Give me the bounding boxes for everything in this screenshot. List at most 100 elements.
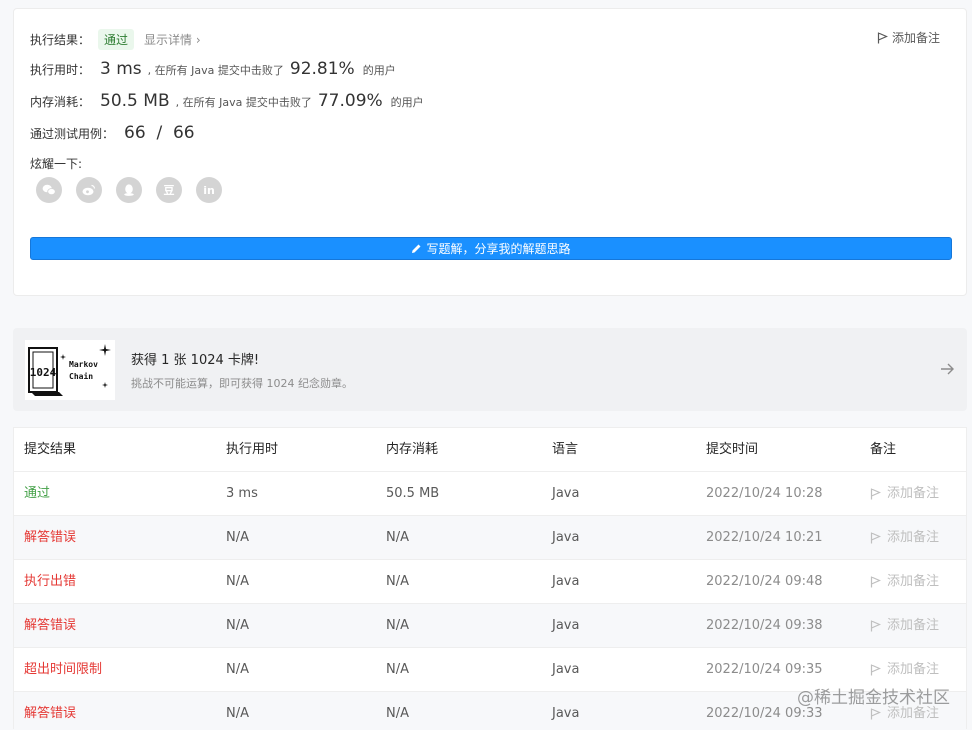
submission-time: 2022/10/24 09:38: [706, 618, 823, 633]
card-text-1: Markov: [69, 360, 98, 369]
tests-value: 66 / 66: [124, 123, 195, 143]
result-card: 执行结果： 通过 显示详情 › 添加备注 执行用时： 3 ms , 在所有 Ja…: [13, 8, 967, 296]
header-result: 提交结果: [24, 442, 77, 457]
flag-icon: [877, 31, 888, 43]
arrow-right-icon[interactable]: [939, 361, 955, 377]
memory-row: 内存消耗： 50.5 MB , 在所有 Java 提交中击败了 77.09% 的…: [30, 91, 424, 111]
submission-language: Java: [552, 530, 580, 545]
runtime-text: , 在所有 Java 提交中击败了: [147, 64, 284, 77]
runtime-value: 3 ms: [100, 59, 142, 79]
row-add-note-label: 添加备注: [887, 530, 940, 545]
share-label: 炫耀一下:: [30, 157, 83, 171]
submission-language: Java: [552, 486, 580, 501]
qq-icon[interactable]: [116, 177, 142, 203]
submission-memory: N/A: [386, 662, 409, 677]
write-solution-button[interactable]: 写题解，分享我的解题思路: [30, 237, 952, 260]
table-header: 提交结果 执行用时 内存消耗 语言 提交时间 备注: [14, 428, 966, 472]
submission-time: 2022/10/24 10:28: [706, 486, 823, 501]
submission-status-link[interactable]: 执行出错: [24, 560, 76, 603]
flag-icon: [870, 619, 881, 631]
submission-runtime: N/A: [226, 618, 249, 633]
weibo-icon[interactable]: [76, 177, 102, 203]
submission-memory: N/A: [386, 706, 409, 721]
submission-status-link[interactable]: 解答错误: [24, 516, 76, 559]
row-add-note-button[interactable]: 添加备注: [870, 472, 939, 515]
submission-runtime: N/A: [226, 706, 249, 721]
submission-memory: N/A: [386, 618, 409, 633]
add-note-label: 添加备注: [891, 31, 940, 45]
runtime-percentile: 92.81%: [289, 59, 355, 79]
row-add-note-label: 添加备注: [887, 618, 940, 633]
row-add-note-button[interactable]: 添加备注: [870, 560, 939, 603]
header-language: 语言: [552, 442, 579, 457]
header-note: 备注: [870, 442, 897, 457]
memory-text: , 在所有 Java 提交中击败了: [175, 96, 312, 109]
table-row: 执行出错 N/A N/A Java 2022/10/24 09:48 添加备注: [14, 560, 966, 604]
card-thumbnail: 1024 Markov Chain: [25, 340, 115, 400]
share-icons: 豆 in: [36, 177, 222, 203]
memory-suffix: 的用户: [390, 96, 424, 109]
header-submit-time: 提交时间: [706, 442, 759, 457]
submission-time: 2022/10/24 09:48: [706, 574, 823, 589]
submission-memory: N/A: [386, 530, 409, 545]
memory-value: 50.5 MB: [100, 91, 170, 111]
submission-language: Java: [552, 618, 580, 633]
submission-memory: 50.5 MB: [386, 486, 440, 501]
memory-percentile: 77.09%: [317, 91, 383, 111]
submission-memory: N/A: [386, 574, 409, 589]
tests-label: 通过测试用例：: [30, 127, 115, 141]
submission-language: Java: [552, 662, 580, 677]
linkedin-icon[interactable]: in: [196, 177, 222, 203]
flag-icon: [870, 531, 881, 543]
wechat-icon[interactable]: [36, 177, 62, 203]
submission-status-link[interactable]: 解答错误: [24, 692, 76, 730]
table-row: 解答错误 N/A N/A Java 2022/10/24 10:21 添加备注: [14, 516, 966, 560]
add-note-button[interactable]: 添加备注: [877, 29, 940, 46]
row-add-note-button[interactable]: 添加备注: [870, 516, 939, 559]
submission-time: 2022/10/24 10:21: [706, 530, 823, 545]
card-reward-banner[interactable]: 1024 Markov Chain 获得 1 张 1024 卡牌! 挑战不可能运…: [13, 328, 967, 411]
row-add-note-button[interactable]: 添加备注: [870, 604, 939, 647]
runtime-suffix: 的用户: [362, 64, 396, 77]
banner-subtitle: 挑战不可能运算，即可获得 1024 纪念勋章。: [131, 377, 353, 390]
submission-runtime: N/A: [226, 662, 249, 677]
submission-runtime: 3 ms: [226, 486, 258, 501]
card-mark: 1024: [30, 366, 57, 379]
status-badge: 通过: [98, 29, 135, 50]
header-memory: 内存消耗: [386, 442, 439, 457]
submission-status-link[interactable]: 通过: [24, 472, 50, 515]
runtime-label: 执行用时：: [30, 63, 91, 77]
submission-status-link[interactable]: 超出时间限制: [24, 648, 102, 691]
submission-language: Java: [552, 574, 580, 589]
markov-card-image: 1024 Markov Chain: [28, 344, 111, 396]
banner-title: 获得 1 张 1024 卡牌!: [131, 353, 260, 368]
submission-runtime: N/A: [226, 574, 249, 589]
memory-label: 内存消耗：: [30, 95, 91, 109]
flag-icon: [870, 575, 881, 587]
card-text-2: Chain: [69, 371, 93, 381]
row-add-note-label: 添加备注: [887, 574, 940, 589]
flag-icon: [870, 707, 881, 719]
flag-icon: [870, 663, 881, 675]
submission-language: Java: [552, 706, 580, 721]
table-row: 通过 3 ms 50.5 MB Java 2022/10/24 10:28 添加备注: [14, 472, 966, 516]
show-details-link[interactable]: 显示详情 ›: [144, 31, 201, 48]
douban-icon[interactable]: 豆: [156, 177, 182, 203]
watermark: @稀土掘金技术社区: [797, 688, 950, 708]
status-row: 执行结果： 通过 显示详情 ›: [30, 29, 201, 50]
runtime-row: 执行用时： 3 ms , 在所有 Java 提交中击败了 92.81% 的用户: [30, 59, 396, 79]
header-runtime: 执行用时: [226, 442, 279, 457]
table-row: 解答错误 N/A N/A Java 2022/10/24 09:38 添加备注: [14, 604, 966, 648]
show-details-label: 显示详情: [144, 33, 193, 47]
share-label-row: 炫耀一下:: [30, 155, 82, 172]
write-solution-label: 写题解，分享我的解题思路: [426, 242, 571, 256]
pencil-icon: [412, 244, 421, 253]
chevron-right-icon: ›: [195, 33, 201, 47]
flag-icon: [870, 487, 881, 499]
tests-row: 通过测试用例： 66 / 66: [30, 123, 195, 143]
submission-runtime: N/A: [226, 530, 249, 545]
row-add-note-label: 添加备注: [887, 486, 940, 501]
submission-status-link[interactable]: 解答错误: [24, 604, 76, 647]
submission-page: 执行结果： 通过 显示详情 › 添加备注 执行用时： 3 ms , 在所有 Ja…: [0, 0, 972, 730]
status-label: 执行结果：: [30, 33, 91, 47]
